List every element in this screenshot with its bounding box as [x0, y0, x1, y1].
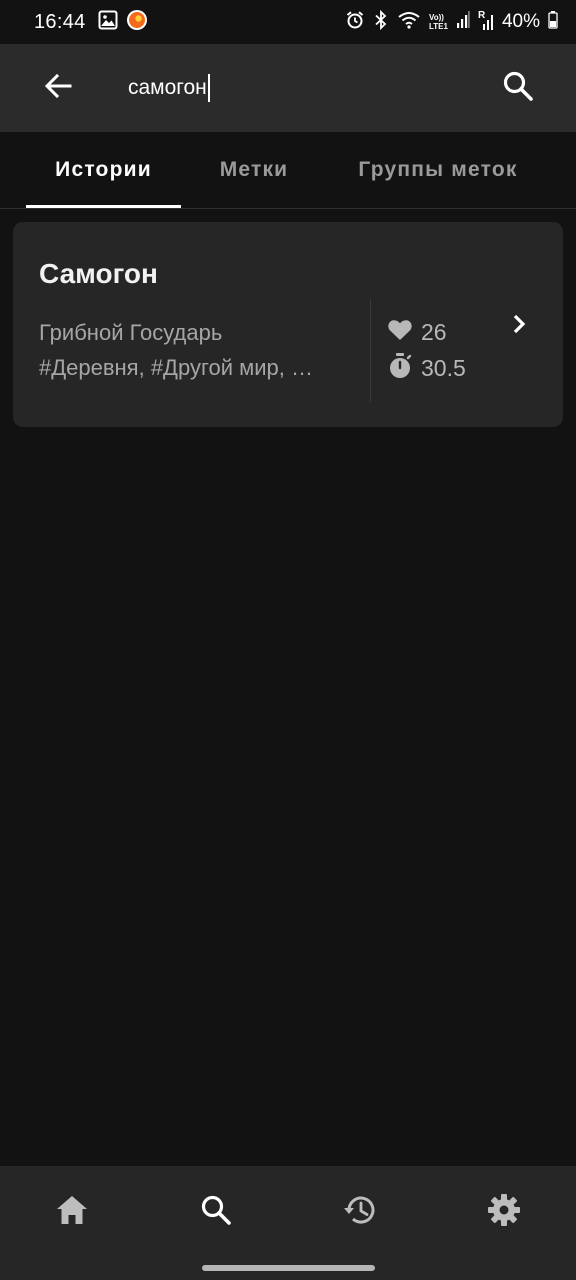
- heart-icon: [387, 318, 413, 347]
- status-time: 16:44: [34, 10, 86, 33]
- tab-bar: Истории Метки Группы меток: [0, 132, 576, 209]
- tab-stories[interactable]: Истории: [26, 132, 181, 208]
- battery-percent: 40%: [501, 11, 540, 32]
- bluetooth-icon: [373, 9, 389, 35]
- search-icon: [502, 70, 534, 107]
- history-icon: [342, 1193, 378, 1232]
- active-tab-indicator: [26, 205, 181, 208]
- back-button[interactable]: [30, 64, 86, 112]
- image-icon: [98, 10, 118, 35]
- status-system-icons: Vo)) LTE1 R 40%: [345, 9, 558, 35]
- search-app-bar: самогон: [0, 44, 576, 132]
- signal-roaming-icon: R: [478, 10, 494, 32]
- nav-settings[interactable]: [474, 1188, 534, 1236]
- status-notification-icons: [98, 9, 148, 36]
- reading-time: 30.5: [421, 355, 466, 381]
- text-cursor: [207, 74, 210, 102]
- story-title: Самогон: [39, 258, 158, 289]
- story-author: Грибной Государь: [39, 320, 223, 345]
- nav-search[interactable]: [186, 1188, 246, 1236]
- tab-tag-groups[interactable]: Группы меток: [338, 132, 538, 208]
- arrow-back-icon: [43, 71, 73, 106]
- story-tags: #Деревня, #Другой мир, …: [39, 355, 313, 380]
- search-icon: [200, 1194, 232, 1231]
- timer-icon: [387, 352, 413, 385]
- tab-tags[interactable]: Метки: [200, 132, 308, 208]
- alarm-icon: [345, 10, 365, 35]
- home-icon: [55, 1194, 89, 1231]
- search-button[interactable]: [494, 64, 542, 112]
- signal-icon: [456, 10, 470, 35]
- nav-home[interactable]: [42, 1188, 102, 1236]
- likes-count: 26: [421, 319, 447, 345]
- search-query[interactable]: самогон: [128, 76, 207, 100]
- likes-stat: 26: [387, 318, 447, 347]
- bottom-navigation: [0, 1166, 576, 1280]
- gesture-home-indicator[interactable]: [202, 1265, 375, 1271]
- battery-icon: [548, 10, 558, 35]
- reading-time-stat: 30.5: [387, 352, 466, 385]
- volte-icon: Vo)) LTE1: [429, 13, 448, 31]
- settings-icon: [487, 1193, 521, 1232]
- story-card[interactable]: Самогон Грибной Государь #Деревня, #Друг…: [13, 222, 563, 427]
- nav-history[interactable]: [330, 1188, 390, 1236]
- wifi-icon: [397, 10, 421, 35]
- chevron-right-icon: [507, 310, 531, 338]
- lte-label: LTE1: [429, 22, 448, 31]
- status-bar: 16:44 Vo)) LTE1 R 40%: [0, 0, 576, 44]
- volte-label: Vo)): [429, 13, 444, 22]
- card-divider: [370, 299, 371, 402]
- search-input[interactable]: самогон: [128, 68, 468, 108]
- app-notification-icon: [126, 9, 148, 36]
